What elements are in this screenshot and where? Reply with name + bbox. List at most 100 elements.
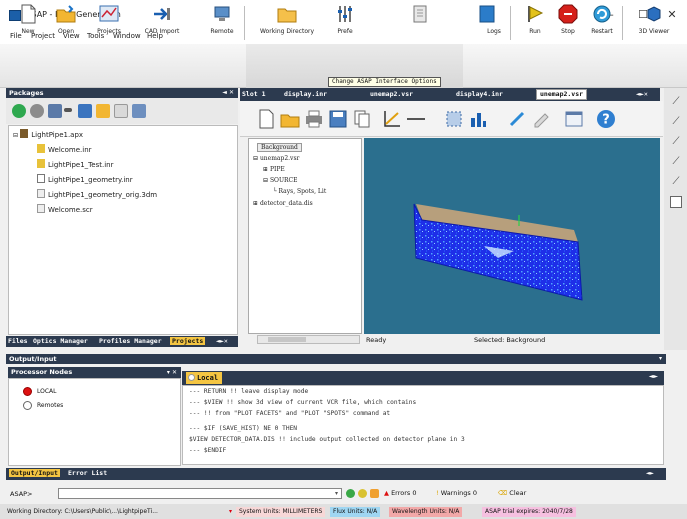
doc-tab-display[interactable]: display.inr [284,90,327,98]
new-button[interactable]: New [14,4,42,42]
tree-item-source[interactable]: ⊟ SOURCE [263,177,298,184]
tab-error-list[interactable]: Error List [68,469,107,477]
node-radio-remotes[interactable] [23,401,32,410]
panel-icon[interactable] [670,196,682,208]
edit-icon[interactable] [532,109,552,129]
tab-scroll-icon[interactable]: ◄►✕ [216,337,228,345]
folder-icon[interactable] [96,104,110,118]
warning-icon: ! [436,489,439,497]
tab-output-input[interactable]: Output/Input [9,469,60,477]
tab-optics-manager[interactable]: Optics Manager [33,337,88,345]
wavelength-units-status[interactable]: Wavelength Units: N/A [389,507,463,517]
script-line: $VIEW DETECTOR_DATA.DIS !! include outpu… [189,436,465,443]
zoom-region-icon[interactable] [444,109,464,129]
logs-button[interactable]: Logs [470,4,504,42]
panel-menu-icon[interactable]: ▾ [659,354,662,364]
new-file-icon[interactable] [256,109,276,129]
window-icon[interactable] [564,109,584,129]
tree-item-detector[interactable]: ⊞ detector_data.dis [253,200,313,207]
stop-package-icon[interactable] [30,104,44,118]
errors-indicator[interactable]: ▲ Errors 0 [384,489,417,497]
warnings-indicator[interactable]: ! Warnings 0 [436,489,477,497]
measure-icon[interactable]: ⟋ [670,116,682,128]
measure-icon[interactable]: ⟋ [670,96,682,108]
system-units-status[interactable]: System Units: MILLIMETERS [236,507,326,517]
tab-local[interactable]: Local [186,372,223,384]
stop-icon [558,4,578,24]
measure-icon[interactable]: ⟋ [670,136,682,148]
ray-trace-icon[interactable] [508,109,528,129]
tab-scroll-icon[interactable]: ◄► [649,373,658,380]
local-tab-bar: Local ◄► [182,371,664,385]
remote-button[interactable]: Remote [204,4,240,42]
execute-icon[interactable] [346,489,355,498]
properties-icon[interactable] [114,104,128,118]
tree-item-project[interactable]: ⊟ LightPipe1.apx [13,129,83,139]
tab-scroll-icon[interactable]: ◄► [646,469,654,477]
new-package-icon[interactable] [78,104,92,118]
stop-button[interactable]: Stop [554,4,582,42]
tree-horizontal-scrollbar[interactable] [257,335,360,344]
command-input[interactable]: ▾ [58,488,342,499]
pin-icon[interactable]: ◄ ✕ [222,88,234,98]
cad-import-button[interactable]: CAD Import [140,4,184,42]
plot-icon[interactable] [382,109,402,129]
tree-item-pipe[interactable]: ⊞ PIPE [263,166,285,173]
tree-item-file[interactable]: LightPipe1_geometry.inr [37,174,133,184]
open-folder-icon[interactable] [280,109,300,129]
tree-item-file[interactable]: Welcome.inr [37,144,92,154]
run-package-icon[interactable] [12,104,26,118]
dropdown-icon[interactable]: ▾ [226,507,235,517]
restart-label: Restart [591,28,613,35]
copy-icon[interactable] [352,109,372,129]
tree-item-file[interactable]: LightPipe1_geometry_orig.3dm [37,189,157,199]
tab-projects[interactable]: Projects [170,337,206,345]
pause-icon[interactable] [358,489,367,498]
tree-item-vsr[interactable]: ⊟ unemap2.vsr [253,155,299,162]
run-button[interactable]: Run [522,4,548,42]
tab-close-icon[interactable]: ◄►✕ [636,90,648,98]
tree-item-file[interactable]: Welcome.scr [37,204,93,214]
working-directory-button[interactable]: Working Directory [256,4,318,42]
open-button[interactable]: Open [50,4,82,42]
node-radio-local[interactable] [23,387,32,396]
help-icon[interactable]: ? [596,109,616,129]
svg-text:?: ? [602,113,610,128]
view-icon[interactable] [132,104,146,118]
tree-item-file[interactable]: LightPipe1_Test.inr [37,159,113,169]
right-tool-strip: ⟋ ⟋ ⟋ ⟋ ⟋ [664,88,687,350]
measure-icon[interactable]: ⟋ [670,176,682,188]
tab-files[interactable]: Files [8,337,28,345]
save-icon[interactable] [328,109,348,129]
preferences-button[interactable]: Prefe [330,4,360,42]
restart-button[interactable]: Restart [586,4,618,42]
3d-viewport[interactable] [364,138,660,334]
script-output[interactable]: --- RETURN !! leave display mode --- $VI… [182,385,664,465]
print-icon[interactable] [304,109,324,129]
line-style-icon[interactable] [406,109,426,129]
dropdown-icon[interactable]: ▾ [335,490,338,497]
clear-button[interactable]: ⌫ Clear [498,489,526,497]
measure-icon[interactable]: ⟋ [670,156,682,168]
doc-tab-unemap-active[interactable]: unemap2.vsr [536,89,588,100]
3d-viewer-button[interactable]: 3D Viewer [632,4,676,42]
dropdown-icon[interactable]: ▾ ✕ [167,367,177,378]
doc-tab-display4[interactable]: display4.inr [456,90,503,98]
lock-icon[interactable] [370,489,379,498]
doc-tab-unemap[interactable]: unemap2.vsr [370,90,413,98]
tree-root-background[interactable]: Background [257,143,302,152]
blank-file-icon [37,174,45,183]
tree-item-rays[interactable]: └ Rays, Spots, Lit [273,188,326,195]
projects-button[interactable]: Projects [92,4,126,42]
script-line: --- $ENDIF [189,447,227,454]
tab-profiles-manager[interactable]: Profiles Manager [99,337,162,345]
warnings-count: Warnings 0 [440,489,477,497]
error-icon: ▲ [384,489,389,497]
scrollbar-thumb[interactable] [268,337,306,342]
doc-tab-slot[interactable]: Slot 1 [242,90,265,98]
flux-units-status[interactable]: Flux Units: N/A [330,507,381,517]
logs-view-button[interactable] [405,4,435,42]
working-directory-status[interactable]: Working Directory: C:\Users\Public\...\L… [4,507,161,517]
bar-chart-icon[interactable] [468,109,488,129]
save-icon[interactable] [48,104,62,118]
